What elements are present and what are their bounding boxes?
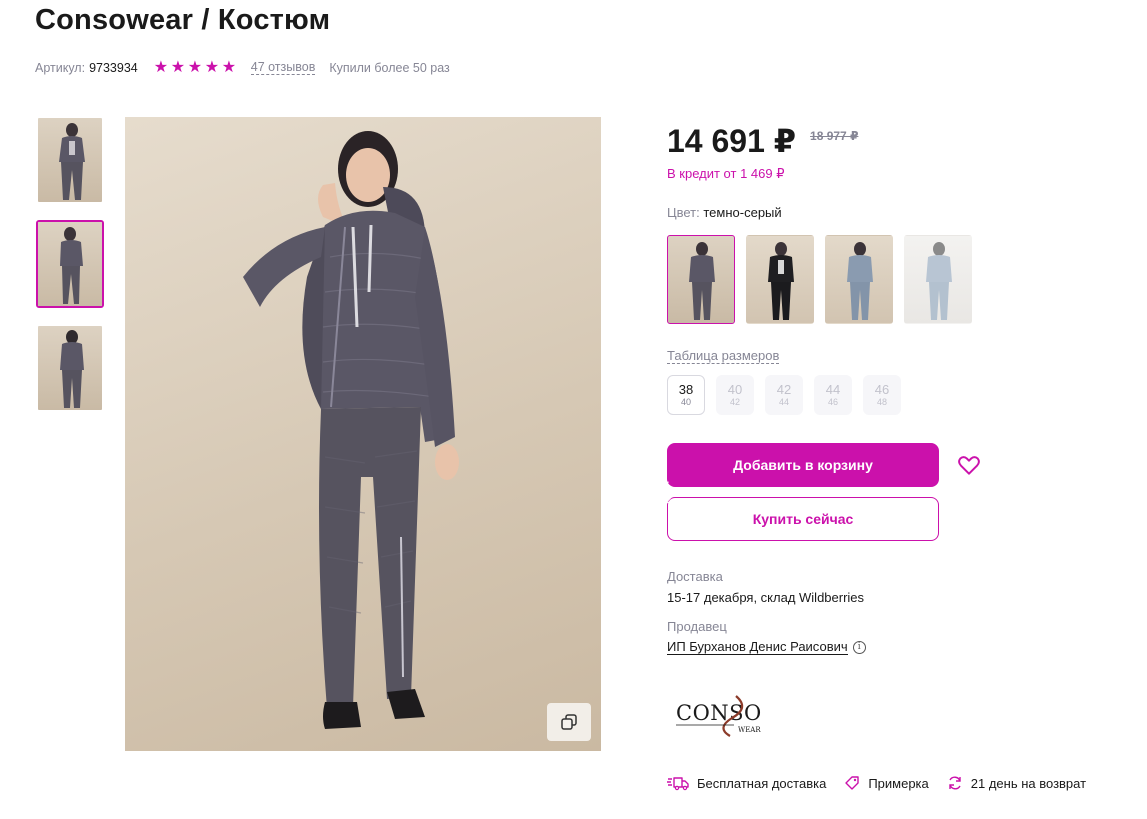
- color-swatch-dark-grey[interactable]: [667, 235, 735, 324]
- star-icon: ★: [221, 59, 237, 76]
- delivery-value: 15-17 декабря, склад Wildberries: [667, 590, 865, 605]
- perks-row: Бесплатная доставка Примерка 21 день на …: [667, 775, 1104, 791]
- thumbnail-front[interactable]: [36, 116, 104, 204]
- star-icon: ★: [187, 59, 203, 76]
- color-value: темно-серый: [703, 205, 782, 220]
- perk-label: 21 день на возврат: [970, 775, 1087, 791]
- star-icon: ★: [170, 59, 186, 76]
- size-ru-label: 48: [876, 397, 887, 407]
- info-icon[interactable]: i: [852, 641, 866, 654]
- add-to-cart-button[interactable]: Добавить в корзину: [667, 443, 939, 487]
- star-icon: ★: [204, 59, 220, 76]
- price-block: 14 691 ₽ 18 977 ₽: [667, 122, 858, 160]
- article-label: Артикул:: [35, 60, 86, 75]
- perk-fitting: Примерка: [844, 775, 929, 791]
- favorite-button[interactable]: [956, 452, 982, 478]
- gallery-expand-icon: [561, 714, 577, 730]
- article-value: 9733934: [89, 60, 138, 75]
- rating-stars: ★ ★ ★ ★ ★: [153, 59, 237, 76]
- color-row: Цвет: темно-серый: [667, 205, 782, 220]
- color-swatches: [667, 235, 972, 324]
- size-ru-label: 46: [827, 397, 838, 407]
- delivery-label: Доставка: [667, 569, 723, 584]
- perk-return: 21 день на возврат: [947, 775, 1086, 791]
- color-swatch-black[interactable]: [746, 235, 814, 324]
- product-meta: Артикул: 9733934 ★ ★ ★ ★ ★ 47 отзывов Ку…: [35, 59, 450, 76]
- credit-link[interactable]: В кредит от 1 469 ₽: [667, 166, 784, 182]
- size-option[interactable]: 38 40: [667, 375, 705, 415]
- size-option[interactable]: 46 48: [863, 375, 901, 415]
- size-option[interactable]: 40 42: [716, 375, 754, 415]
- size-option[interactable]: 42 44: [765, 375, 803, 415]
- size-table-link[interactable]: Таблица размеров: [667, 348, 780, 364]
- color-label: Цвет:: [667, 205, 700, 220]
- color-swatch-light-blue[interactable]: [904, 235, 972, 324]
- size-label: 46: [874, 382, 890, 397]
- perk-free-delivery: Бесплатная доставка: [667, 775, 826, 791]
- model-illustration: [243, 131, 459, 729]
- seller-link[interactable]: ИП Бурханов Денис Раисович: [667, 640, 848, 655]
- size-option[interactable]: 44 46: [814, 375, 852, 415]
- size-label: 38: [678, 382, 694, 397]
- brand-logo-text: CONSO: [676, 701, 762, 725]
- perk-label: Бесплатная доставка: [697, 775, 827, 791]
- current-price: 14 691 ₽: [667, 123, 797, 159]
- perk-label: Примерка: [868, 775, 929, 791]
- thumbnail-back[interactable]: [36, 324, 104, 412]
- size-ru-label: 42: [729, 397, 740, 407]
- size-label: 42: [776, 382, 792, 397]
- size-ru-label: 44: [778, 397, 789, 407]
- bought-count: Купили более 50 раз: [329, 60, 450, 75]
- zoom-button[interactable]: [547, 703, 591, 741]
- thumbnail-list: [36, 116, 106, 428]
- brand-logo-sub: WEAR: [738, 726, 761, 734]
- brand-logo[interactable]: CONSO WEAR: [672, 688, 772, 740]
- refresh-icon: [949, 776, 961, 790]
- truck-icon: [667, 777, 689, 791]
- product-title: Consowear / Костюм: [35, 4, 331, 36]
- main-product-image[interactable]: [125, 117, 601, 751]
- seller-label: Продавец: [667, 619, 727, 634]
- buy-now-button[interactable]: Купить сейчас: [667, 497, 939, 541]
- heart-icon: [958, 456, 980, 475]
- size-label: 40: [727, 382, 743, 397]
- seller-row: ИП Бурханов Денис Раисович i: [667, 640, 866, 655]
- size-label: 44: [825, 382, 841, 397]
- star-icon: ★: [153, 59, 169, 76]
- size-selector: 38 40 40 42 42 44 44 46 46 48: [667, 375, 901, 415]
- color-swatch-grey-blue[interactable]: [825, 235, 893, 324]
- size-ru-label: 40: [680, 397, 691, 407]
- reviews-link[interactable]: 47 отзывов: [250, 60, 316, 75]
- thumbnail-side[interactable]: [36, 220, 104, 308]
- old-price: 18 977 ₽: [810, 129, 859, 143]
- tag-icon: [845, 776, 860, 790]
